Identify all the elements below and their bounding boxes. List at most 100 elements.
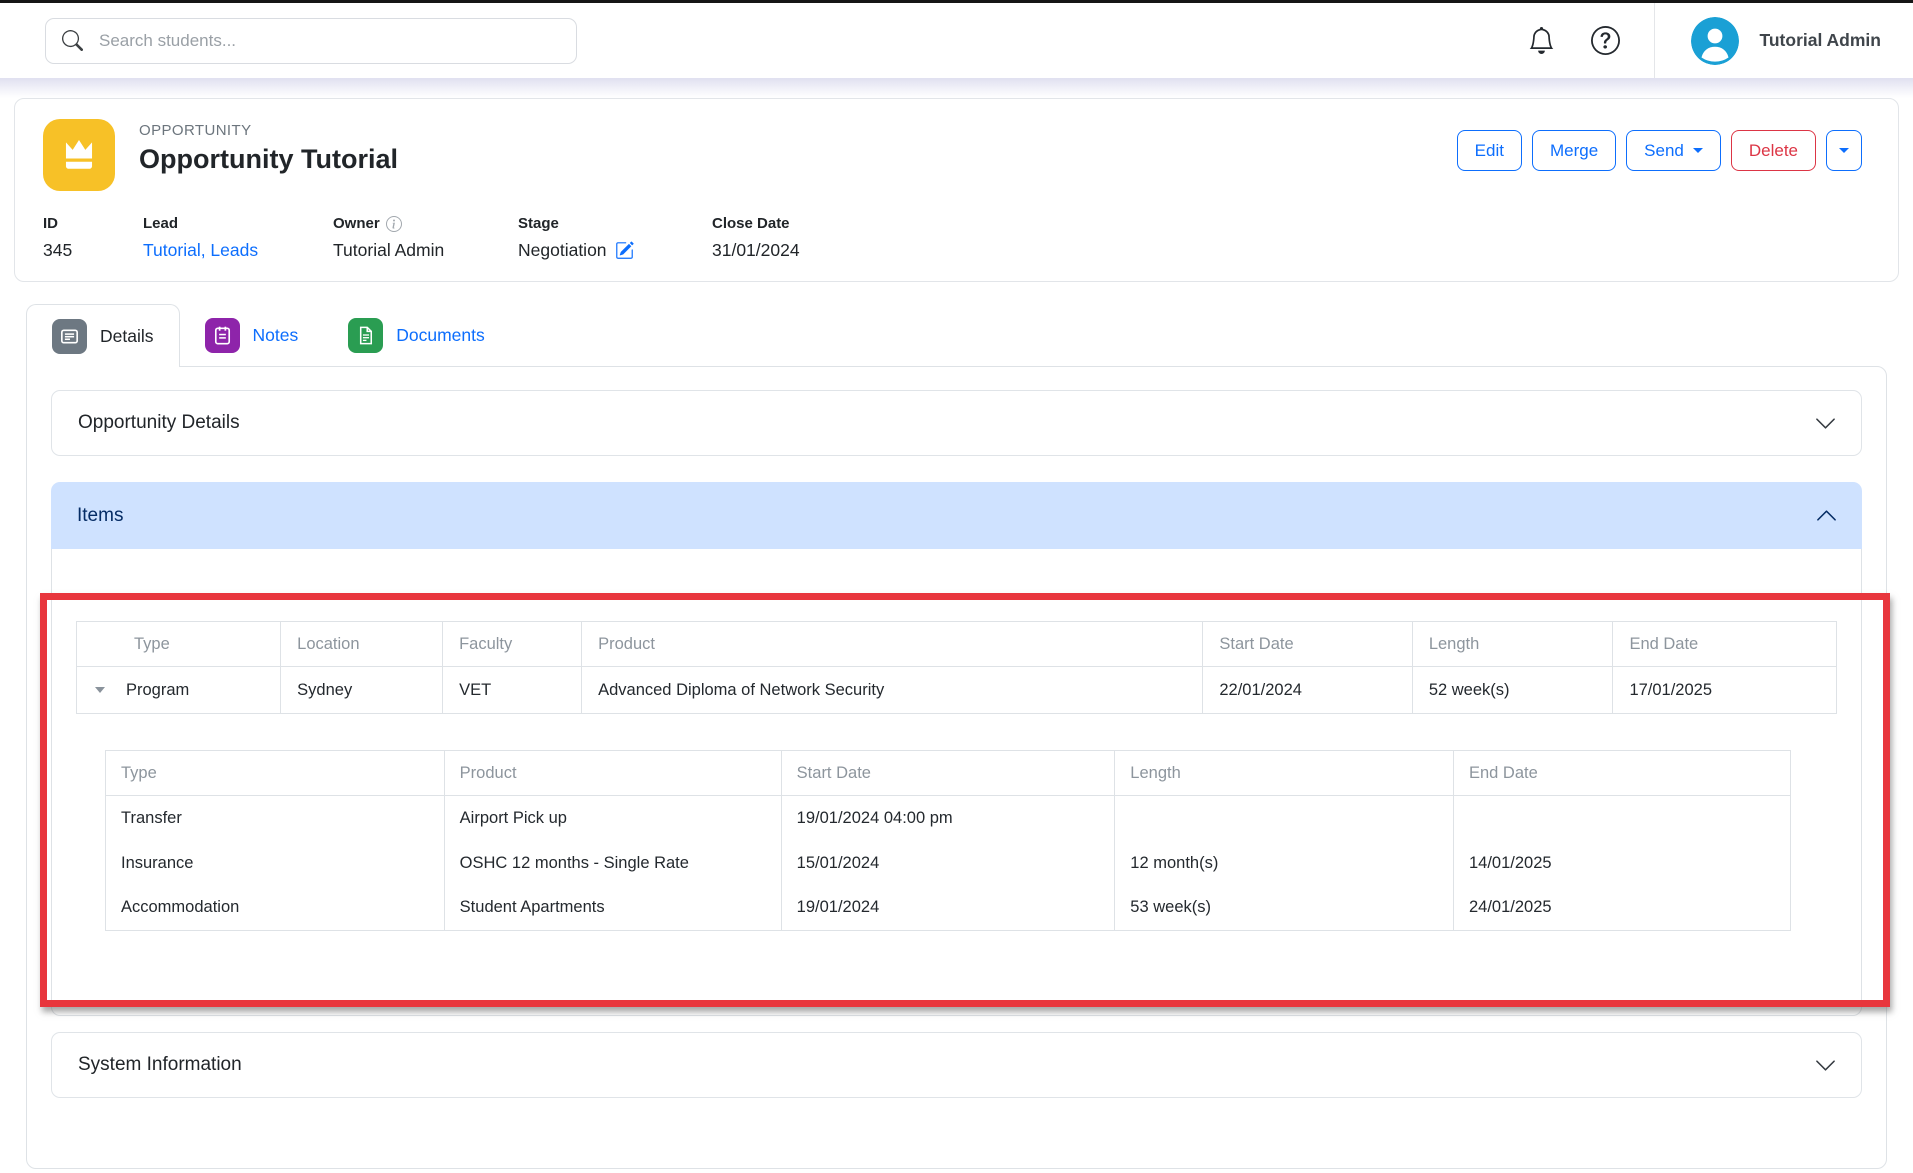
tab-notes[interactable]: Notes	[180, 304, 324, 366]
cell-type: Transfer	[106, 796, 445, 841]
cell-length: 53 week(s)	[1115, 886, 1454, 931]
header-titles: OPPORTUNITY Opportunity Tutorial	[139, 119, 398, 175]
student-search-box[interactable]	[45, 18, 577, 64]
field-stage: Stage Negotiation	[518, 215, 712, 261]
tab-details-label: Details	[100, 326, 154, 347]
header-top-row: OPPORTUNITY Opportunity Tutorial Edit Me…	[15, 99, 1898, 191]
column-header-start-date: Start Date	[1203, 622, 1412, 667]
tab-documents[interactable]: Documents	[323, 304, 510, 366]
sub-column-header-type: Type	[106, 751, 445, 796]
items-section-header[interactable]: Items	[51, 482, 1862, 549]
cell-product: OSHC 12 months - Single Rate	[444, 841, 781, 886]
cell-start-date: 22/01/2024	[1203, 667, 1412, 714]
field-close-date-label: Close Date	[712, 215, 800, 232]
delete-button[interactable]: Delete	[1731, 130, 1816, 171]
caret-down-icon	[1839, 148, 1849, 153]
tab-documents-label: Documents	[396, 325, 485, 346]
field-lead-label: Lead	[143, 215, 333, 232]
notes-icon	[205, 318, 240, 353]
field-stage-value: Negotiation	[518, 240, 607, 261]
sub-column-header-start-date: Start Date	[781, 751, 1115, 796]
field-owner-label: Owner	[333, 215, 380, 232]
opportunity-crown-icon	[43, 119, 115, 191]
items-section-body: Type Location Faculty Product Start Date…	[51, 549, 1862, 1016]
cell-length: 52 week(s)	[1412, 667, 1613, 714]
field-owner: Owner Tutorial Admin	[333, 215, 518, 261]
sub-column-header-end-date: End Date	[1453, 751, 1790, 796]
header-actions: Edit Merge Send Delete	[1457, 130, 1862, 171]
topbar-right-cluster: Tutorial Admin	[1528, 3, 1881, 78]
cell-type: Accommodation	[106, 886, 445, 931]
cell-length	[1115, 796, 1454, 841]
field-stage-label: Stage	[518, 215, 712, 232]
sub-items-table: Type Product Start Date Length End Date …	[105, 750, 1791, 931]
chevron-down-icon	[1814, 1054, 1837, 1077]
column-header-faculty: Faculty	[443, 622, 582, 667]
cell-start-date: 19/01/2024 04:00 pm	[781, 796, 1115, 841]
column-header-product: Product	[582, 622, 1203, 667]
more-actions-button[interactable]	[1826, 130, 1862, 171]
sub-items-row-insurance: Insurance OSHC 12 months - Single Rate 1…	[106, 841, 1791, 886]
field-id-value: 345	[43, 240, 143, 261]
system-information-section-header[interactable]: System Information	[51, 1032, 1862, 1098]
opportunity-header-card: OPPORTUNITY Opportunity Tutorial Edit Me…	[14, 98, 1899, 282]
tab-notes-label: Notes	[253, 325, 299, 346]
tab-details[interactable]: Details	[26, 304, 180, 367]
cell-location: Sydney	[281, 667, 443, 714]
header-fields-row: ID 345 Lead Tutorial, Leads Owner Tutori…	[15, 191, 1898, 281]
field-id-label: ID	[43, 215, 143, 232]
search-input[interactable]	[97, 30, 560, 52]
items-table-header-row: Type Location Faculty Product Start Date…	[77, 622, 1837, 667]
bell-icon	[1528, 27, 1555, 54]
info-icon	[386, 216, 402, 232]
cell-end-date: 24/01/2025	[1453, 886, 1790, 931]
send-button[interactable]: Send	[1626, 130, 1721, 171]
user-avatar[interactable]	[1691, 17, 1739, 65]
main-content-area: Details Notes Documents Opportunity Deta…	[26, 304, 1887, 1169]
row-expander-caret-icon[interactable]	[95, 687, 105, 693]
cell-faculty: VET	[443, 667, 582, 714]
field-close-date-value: 31/01/2024	[712, 240, 800, 261]
documents-icon	[348, 318, 383, 353]
details-tab-panel: Opportunity Details Items	[26, 366, 1887, 1169]
cell-end-date	[1453, 796, 1790, 841]
items-title: Items	[77, 505, 123, 527]
items-section: Items Type Location	[51, 482, 1862, 1016]
opportunity-details-title: Opportunity Details	[78, 412, 240, 434]
sub-items-row-transfer: Transfer Airport Pick up 19/01/2024 04:0…	[106, 796, 1791, 841]
field-lead: Lead Tutorial, Leads	[143, 215, 333, 261]
sub-items-header-row: Type Product Start Date Length End Date	[106, 751, 1791, 796]
topbar: Tutorial Admin	[0, 3, 1913, 78]
items-table: Type Location Faculty Product Start Date…	[76, 621, 1837, 714]
merge-button[interactable]: Merge	[1532, 130, 1616, 171]
cell-start-date: 19/01/2024	[781, 886, 1115, 931]
column-header-location: Location	[281, 622, 443, 667]
page-title: Opportunity Tutorial	[139, 144, 398, 175]
tab-bar: Details Notes Documents	[26, 304, 1887, 366]
notifications-button[interactable]	[1528, 27, 1555, 54]
help-icon	[1591, 26, 1620, 55]
stage-edit-icon[interactable]	[615, 241, 634, 260]
lead-link[interactable]: Tutorial, Leads	[143, 240, 258, 261]
help-button[interactable]	[1591, 26, 1620, 55]
cell-end-date: 14/01/2025	[1453, 841, 1790, 886]
system-information-title: System Information	[78, 1054, 242, 1076]
cell-end-date: 17/01/2025	[1613, 667, 1837, 714]
field-id: ID 345	[43, 215, 143, 261]
cell-type: Program	[126, 681, 189, 699]
edit-button[interactable]: Edit	[1457, 130, 1522, 171]
column-header-length: Length	[1412, 622, 1613, 667]
field-close-date: Close Date 31/01/2024	[712, 215, 800, 261]
chevron-up-icon	[1815, 504, 1838, 527]
search-icon	[62, 30, 83, 51]
items-table-row-program: Program Sydney VET Advanced Diploma of N…	[77, 667, 1837, 714]
opportunity-details-section-header[interactable]: Opportunity Details	[51, 390, 1862, 456]
topbar-divider	[1654, 3, 1655, 78]
sub-items-row-accommodation: Accommodation Student Apartments 19/01/2…	[106, 886, 1791, 931]
column-header-end-date: End Date	[1613, 622, 1837, 667]
cell-product: Advanced Diploma of Network Security	[582, 667, 1203, 714]
cell-type: Insurance	[106, 841, 445, 886]
user-name: Tutorial Admin	[1759, 30, 1881, 51]
cell-product: Airport Pick up	[444, 796, 781, 841]
topbar-shadow	[0, 78, 1913, 98]
